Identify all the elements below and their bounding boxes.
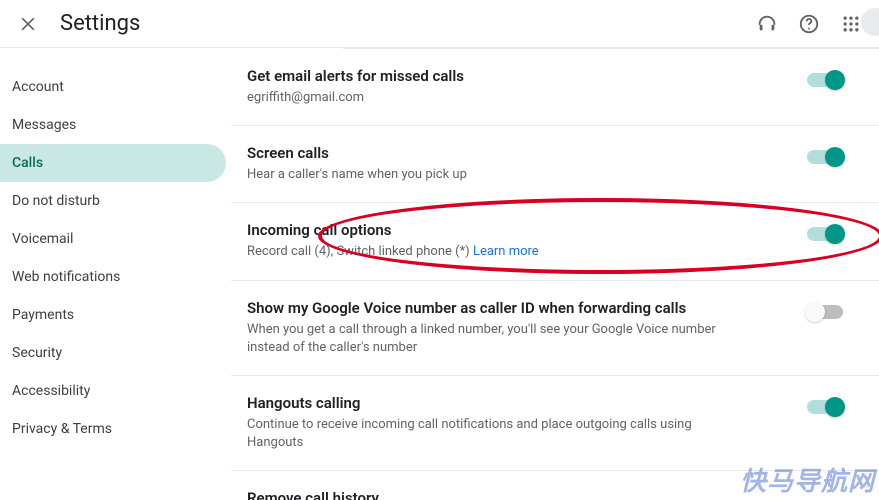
settings-header: Settings (0, 0, 879, 48)
row-sub: Continue to receive incoming call notifi… (247, 416, 747, 452)
page-title: Settings (60, 11, 140, 36)
close-button[interactable] (8, 4, 48, 44)
row-heading: Show my Google Voice number as caller ID… (247, 299, 747, 317)
support-button[interactable] (747, 4, 787, 44)
sidebar-item-account[interactable]: Account (0, 68, 226, 106)
row-sub-text: Record call (4), Switch linked phone (*) (247, 244, 473, 259)
toggle-incoming-call-options[interactable] (807, 227, 843, 241)
row-sub: egriffith@gmail.com (247, 89, 747, 107)
row-heading: Hangouts calling (247, 394, 747, 412)
sidebar-item-payments[interactable]: Payments (0, 296, 226, 334)
apps-grid-icon (841, 14, 861, 34)
sidebar-item-messages[interactable]: Messages (0, 106, 226, 144)
row-email-alerts: Get email alerts for missed calls egriff… (231, 49, 879, 126)
row-screen-calls: Screen calls Hear a caller's name when y… (231, 126, 879, 203)
toggle-email-alerts[interactable] (807, 73, 843, 87)
row-sub: Hear a caller's name when you pick up (247, 166, 747, 184)
sidebar-item-privacy-terms[interactable]: Privacy & Terms (0, 410, 226, 448)
sidebar-item-web-notifications[interactable]: Web notifications (0, 258, 226, 296)
help-button[interactable] (789, 4, 829, 44)
toggle-hangouts-calling[interactable] (807, 400, 843, 414)
toggle-screen-calls[interactable] (807, 150, 843, 164)
row-heading: Screen calls (247, 144, 747, 162)
row-incoming-call-options: Incoming call options Record call (4), S… (231, 203, 879, 280)
row-heading: Incoming call options (247, 221, 747, 239)
help-icon (798, 13, 820, 35)
sidebar-item-accessibility[interactable]: Accessibility (0, 372, 226, 410)
sidebar-item-do-not-disturb[interactable]: Do not disturb (0, 182, 226, 220)
sidebar-item-voicemail[interactable]: Voicemail (0, 220, 226, 258)
close-icon (18, 14, 38, 34)
row-heading: Get email alerts for missed calls (247, 67, 747, 85)
sidebar-item-calls[interactable]: Calls (0, 144, 226, 182)
headset-icon (756, 13, 778, 35)
sidebar-item-security[interactable]: Security (0, 334, 226, 372)
row-remove-call-history: Remove call history Remove all call hist… (231, 471, 879, 500)
settings-sidebar: Account Messages Calls Do not disturb Vo… (0, 48, 230, 500)
row-caller-id: Show my Google Voice number as caller ID… (231, 281, 879, 376)
toggle-caller-id[interactable] (807, 305, 843, 319)
row-sub: When you get a call through a linked num… (247, 321, 747, 357)
row-hangouts-calling: Hangouts calling Continue to receive inc… (231, 376, 879, 471)
row-sub: Record call (4), Switch linked phone (*)… (247, 243, 747, 261)
settings-content: Get email alerts for missed calls egriff… (230, 48, 879, 500)
row-heading: Remove call history (247, 489, 783, 500)
learn-more-link[interactable]: Learn more (473, 244, 539, 259)
